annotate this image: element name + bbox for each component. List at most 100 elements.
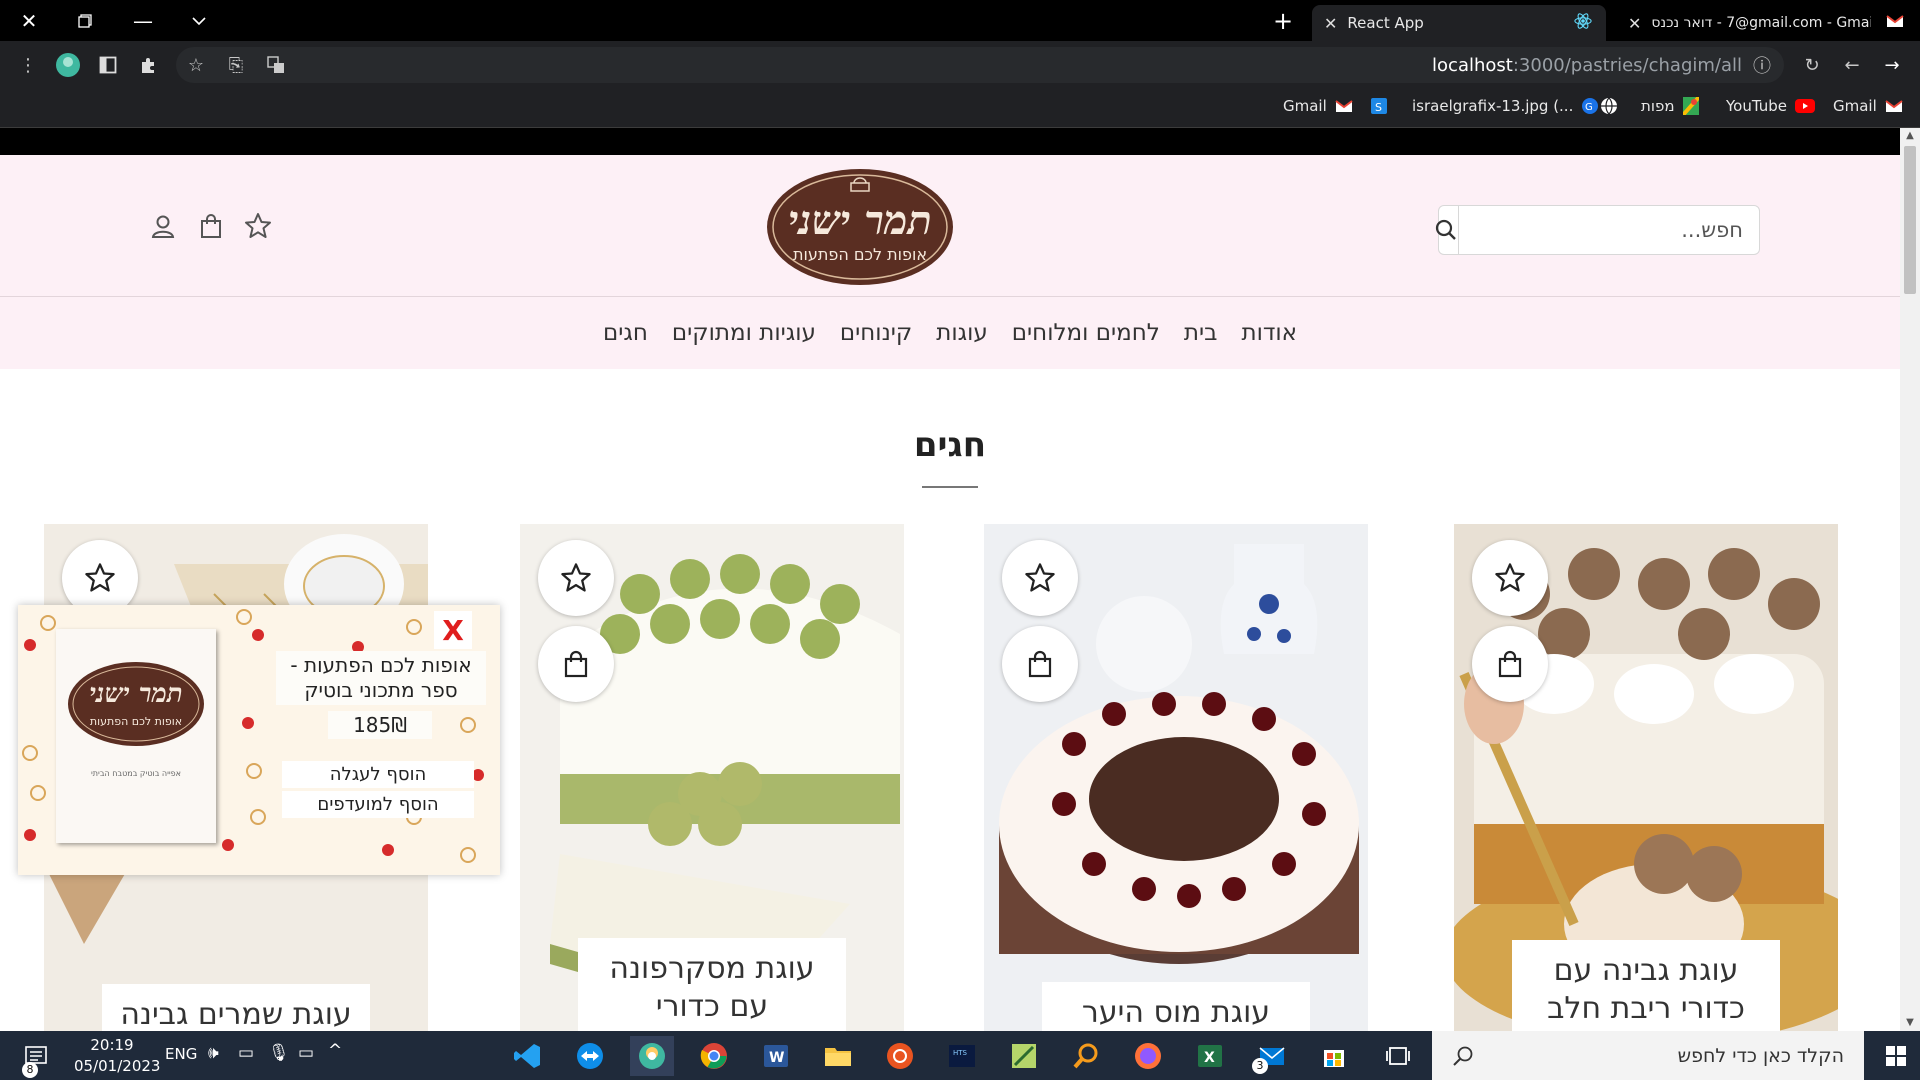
popup-add-to-favorites-button[interactable]: הוסף למועדפים	[282, 791, 474, 818]
nav-desserts[interactable]: קינוחים	[840, 320, 912, 346]
sidebar-icon[interactable]	[94, 51, 122, 79]
ubuntu-icon[interactable]	[878, 1036, 922, 1076]
tab-close-icon[interactable]: ✕	[1324, 14, 1337, 33]
url-host: localhost	[1432, 55, 1513, 76]
bookmark-star-icon[interactable]: ☆	[182, 51, 210, 79]
product-card[interactable]: עוגת גבינה עם כדורי ריבת חלב	[1454, 524, 1838, 1031]
add-to-cart-button[interactable]	[538, 626, 614, 702]
tab-close-icon[interactable]: ✕	[1628, 14, 1641, 33]
tab-gmail[interactable]: ✕ דואר נכנס - ‎7@gmail.com - Gmail	[1616, 5, 1916, 41]
page-scrollbar[interactable]: ▲ ▼	[1900, 128, 1920, 1031]
bookmark-youtube[interactable]: YouTube	[1726, 97, 1815, 115]
store-icon[interactable]	[1312, 1036, 1356, 1076]
battery-icon[interactable]: ▭	[298, 1043, 314, 1063]
window-close-icon[interactable]: ✕	[6, 0, 52, 41]
reload-icon[interactable]: ↻	[1798, 51, 1826, 79]
site-info-icon[interactable]: ⓘ	[1748, 51, 1776, 79]
nav-breads[interactable]: לחמים ומלוחים	[1012, 320, 1160, 346]
search-button[interactable]	[1434, 206, 1459, 254]
bookmark-gmail-1[interactable]: Gmail	[1833, 97, 1903, 115]
translate-icon[interactable]	[262, 51, 290, 79]
nav-home[interactable]: בית	[1184, 320, 1218, 346]
shopping-bag-icon[interactable]	[196, 211, 226, 241]
product-card[interactable]: עוגת מסקרפונה עם כדורי	[520, 524, 904, 1031]
new-tab-button[interactable]: +	[1268, 6, 1298, 36]
scroll-down-arrow-icon[interactable]: ▼	[1904, 1017, 1916, 1029]
address-bar[interactable]: ☆ ⎘ localhost:3000/pastries/chagim/all ⓘ	[176, 47, 1784, 83]
tab-react-app[interactable]: ✕ React App	[1312, 5, 1606, 41]
popup-product-title: אופות לכם הפתעות - ספר מתכוני בוטיק	[276, 651, 486, 705]
book-cover-image: תמר ישני אופות לכם הפתעות אפייה בוטיק במ…	[56, 629, 216, 843]
nav-holidays[interactable]: חגים	[603, 320, 648, 346]
vscode-icon[interactable]	[506, 1036, 550, 1076]
bookmark-maps[interactable]: מפות	[1641, 97, 1699, 115]
taskbar-search-box[interactable]: הקלד כאן כדי לחפש	[1432, 1031, 1864, 1080]
microphone-icon[interactable]: 🎙	[268, 1043, 290, 1063]
logo-name: תמר ישני	[788, 197, 932, 244]
volume-icon[interactable]: 🕪	[208, 1043, 219, 1063]
product-name-line2: עם כדורי	[655, 989, 769, 1024]
back-arrow-icon[interactable]: →	[1878, 51, 1906, 79]
site-logo[interactable]: תמר ישני אופות לכם הפתעות	[765, 163, 955, 287]
firefox-icon[interactable]	[1126, 1036, 1170, 1076]
browser-menu-icon[interactable]: ⋮	[14, 51, 42, 79]
user-account-icon[interactable]	[148, 211, 178, 241]
bookmark-israelgrafix[interactable]: israelgrafix-13.jpg (... G	[1412, 97, 1599, 115]
favorite-button[interactable]	[1472, 540, 1548, 616]
browser-app-icon[interactable]	[630, 1036, 674, 1076]
profile-avatar-icon[interactable]	[54, 51, 82, 79]
globe-icon	[1601, 97, 1617, 115]
react-favicon-icon	[1574, 12, 1592, 34]
file-explorer-icon[interactable]	[816, 1036, 860, 1076]
drawing-app-icon[interactable]	[1002, 1036, 1046, 1076]
network-icon[interactable]: ▭	[238, 1043, 254, 1063]
add-to-cart-button[interactable]	[1472, 626, 1548, 702]
url-text[interactable]: localhost:3000/pastries/chagim/all	[1432, 55, 1742, 76]
extensions-icon[interactable]	[134, 51, 162, 79]
favorite-button[interactable]	[538, 540, 614, 616]
product-name-line1: עוגת מסקרפונה	[609, 951, 815, 986]
task-view-icon[interactable]	[1376, 1036, 1420, 1076]
nav-about[interactable]: אודות	[1241, 320, 1297, 346]
scrollbar-thumb[interactable]	[1904, 146, 1916, 294]
favorite-button[interactable]	[1002, 540, 1078, 616]
product-name-line1: עוגת גבינה עם	[1553, 953, 1739, 988]
nav-cookies[interactable]: עוגיות ומתוקים	[672, 320, 816, 346]
popup-add-to-cart-button[interactable]: הוסף לעגלה	[282, 761, 474, 788]
share-icon[interactable]: ⎘	[222, 51, 250, 79]
product-card[interactable]: עוגת מוס היער	[984, 524, 1368, 1031]
input-language[interactable]: ENG	[165, 1045, 197, 1063]
add-to-cart-button[interactable]	[1002, 626, 1078, 702]
shopping-bag-icon	[1498, 650, 1522, 678]
product-name-line1: עוגת שמרים גבינה	[120, 997, 352, 1031]
forward-arrow-icon[interactable]: ←	[1838, 51, 1866, 79]
excel-icon[interactable]: X	[1188, 1036, 1232, 1076]
clock-time[interactable]: 20:19	[80, 1036, 144, 1054]
word-icon[interactable]: W	[754, 1036, 798, 1076]
favorites-star-icon[interactable]	[243, 211, 273, 241]
teamviewer-icon[interactable]	[568, 1036, 612, 1076]
search-icon	[1435, 219, 1456, 240]
window-minimize-icon[interactable]: —	[120, 0, 166, 41]
bookmark-misc-icon-only[interactable]: S	[1370, 97, 1388, 115]
windows-taskbar: 8 20:19 05/01/2023 ENG 🕪 ▭ 🎙 ▭ ^ W HTS X	[0, 1031, 1920, 1080]
gmail-favicon-icon	[1886, 14, 1904, 32]
window-restore-icon[interactable]	[62, 0, 108, 41]
notifications-icon[interactable]: 8	[14, 1036, 58, 1078]
shopping-bag-icon	[1028, 650, 1052, 678]
clock-date[interactable]: 05/01/2023	[74, 1057, 160, 1075]
search-app-icon[interactable]	[1064, 1036, 1108, 1076]
book-logo-name: תמר ישני	[89, 679, 183, 709]
bookmark-globe-icon-only[interactable]	[1600, 97, 1618, 115]
popup-close-button[interactable]: X	[434, 611, 472, 649]
scroll-up-arrow-icon[interactable]: ▲	[1904, 130, 1916, 142]
search-input[interactable]	[1459, 206, 1759, 254]
mail-icon[interactable]: 3	[1250, 1036, 1294, 1076]
tab-search-chevron-icon[interactable]	[176, 0, 222, 41]
bookmark-gmail-2[interactable]: Gmail	[1283, 97, 1353, 115]
tray-overflow-chevron-icon[interactable]: ^	[328, 1041, 342, 1061]
windows-start-icon[interactable]	[1874, 1036, 1918, 1076]
chrome-icon[interactable]	[692, 1036, 736, 1076]
nav-cakes[interactable]: עוגות	[936, 320, 988, 346]
hts-app-icon[interactable]: HTS	[940, 1036, 984, 1076]
